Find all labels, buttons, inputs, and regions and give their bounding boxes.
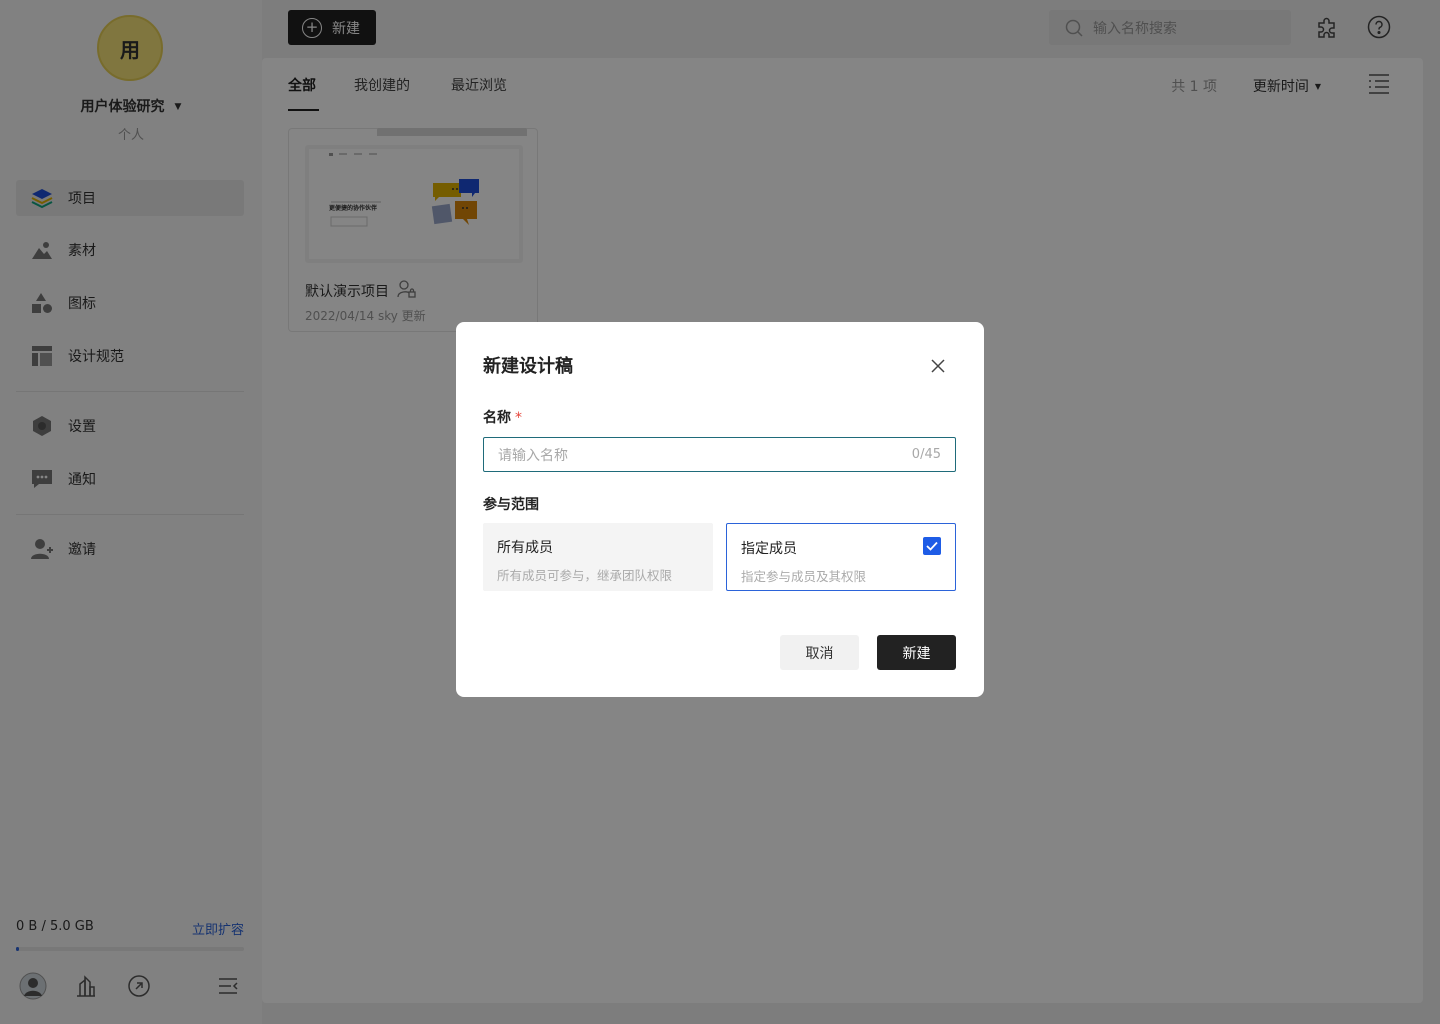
close-icon[interactable] [926,354,950,378]
cancel-button[interactable]: 取消 [780,635,859,670]
required-mark: * [515,410,522,426]
scope-option-specified-members[interactable]: 指定成员 指定参与成员及其权限 [726,523,956,591]
name-input[interactable]: 请输入名称 0/45 [483,437,956,472]
name-label-text: 名称 [483,410,511,426]
name-label: 名称 * [483,407,522,427]
create-button[interactable]: 新建 [877,635,956,670]
dialog-title: 新建设计稿 [483,356,573,377]
scope-option-all-members[interactable]: 所有成员 所有成员可参与，继承团队权限 [483,523,713,591]
name-input-placeholder: 请输入名称 [498,447,568,464]
scope-label: 参与范围 [483,497,539,513]
new-design-dialog: 新建设计稿 名称 * 请输入名称 0/45 参与范围 所有成员 所有成员可参与，继… [456,322,984,697]
option-description: 所有成员可参与，继承团队权限 [497,568,673,583]
name-char-counter: 0/45 [911,447,941,462]
option-title: 所有成员 [497,540,553,556]
option-title: 指定成员 [741,541,797,557]
checkbox-checked-icon[interactable] [923,537,941,555]
option-description: 指定参与成员及其权限 [741,569,867,584]
